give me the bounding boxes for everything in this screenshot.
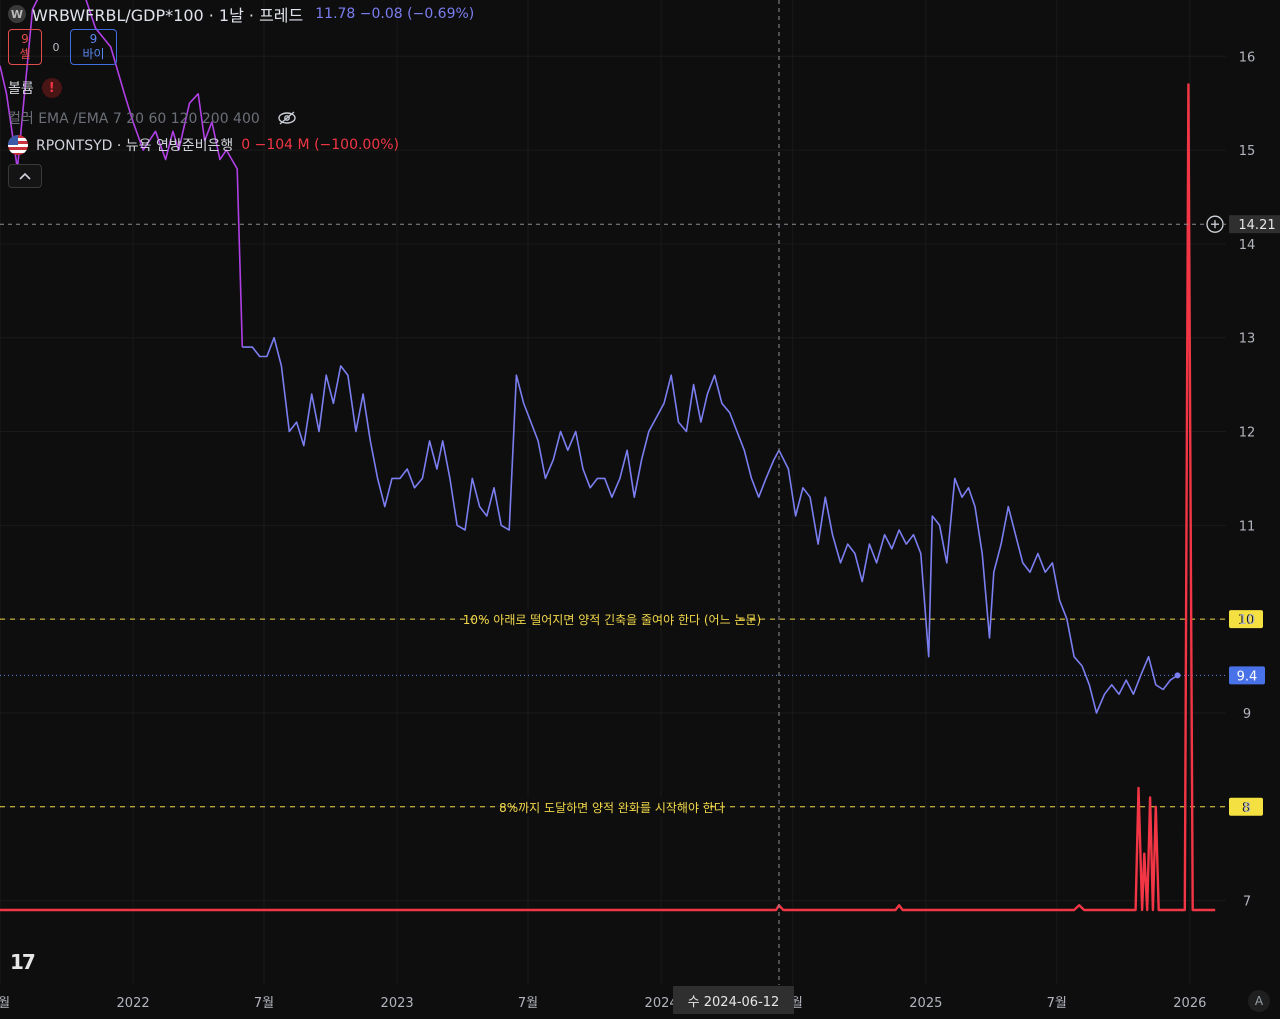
trade-panel: 9 셀 0 9 바이 [8,29,117,65]
sell-label: 셀 [19,47,31,61]
x-tick-label: 2025 [909,996,942,1011]
y-tick-label: 9 [1243,707,1251,722]
x-tick-label: 7월 [518,996,538,1011]
eye-off-icon[interactable] [278,111,296,125]
symbol-values: 11.78 −0.08 (−0.69%) [315,6,475,22]
y-tick-label: 14 [1239,238,1256,253]
x-tick-label: 2023 [381,996,414,1011]
warning-icon[interactable]: ! [41,78,62,98]
y-tick-label: 8 [1243,801,1251,816]
x-tick-label: 7월 [1047,996,1067,1011]
symbol-title[interactable]: WRBWFRBL/GDP*100 · 1날 · 프레드 [32,2,303,26]
x-tick-label: 2022 [117,996,150,1011]
chevron-up-icon [19,169,31,183]
y-tick-label: 10 [1239,613,1256,628]
crosshair-date-label: 수 2024-06-12 [673,986,794,1014]
x-tick-label: 2026 [1173,996,1206,1011]
buy-value: 9 [89,32,98,46]
ema-label[interactable]: 컬러 EMA /EMA 7 20 60 120 200 400 [8,108,260,128]
rpontsyd-values: 0 −104 M (−100.00%) [241,137,400,153]
volume-legend: 볼륨 ! [8,78,62,98]
add-alert-icon[interactable] [1206,215,1224,233]
y-tick-label: 13 [1239,332,1256,347]
collapse-legend-button[interactable] [8,164,42,188]
ema-legend: 컬러 EMA /EMA 7 20 60 120 200 400 [8,108,296,128]
x-axis: 7월20227월20237월20247월20257월2026 [0,996,1206,1011]
last-value-tag: 9.4 [1237,669,1258,684]
volume-label[interactable]: 볼륨 [8,78,34,98]
y-axis: 16 15 14 13 12 11 10 9 8 7 [1239,50,1256,909]
chart-header: W WRBWFRBL/GDP*100 · 1날 · 프레드 11.78 −0.0… [8,2,474,26]
x-tick-label: 7월 [254,996,274,1011]
y-tick-label: 11 [1239,519,1256,534]
rpontsyd-legend: RPONTSYD · 뉴욕 연방준비은행 0 −104 M (−100.00%) [8,135,399,155]
sell-button[interactable]: 9 셀 [8,29,42,65]
y-tick-label: 12 [1239,426,1256,441]
rpontsyd-name[interactable]: RPONTSYD · 뉴욕 연방준비은행 [36,135,233,155]
buy-button[interactable]: 9 바이 [70,29,117,65]
symbol-badge: W [8,5,26,23]
sell-value: 9 [21,32,29,46]
tradingview-logo[interactable]: 17 [10,950,36,974]
us-flag-icon [8,135,28,155]
ratio-last-point [1174,672,1181,679]
y-tick-label: 15 [1239,144,1256,159]
spread-value: 0 [52,40,60,54]
level-label: 10% 아래로 떨어지면 양적 긴축을 줄여야 한다 (어느 논문) [463,613,761,627]
buy-label: 바이 [82,47,105,61]
rpontsyd-series-line [0,83,1216,912]
crosshair-price-label: 14.21 [1238,218,1275,233]
y-tick-label: 7 [1243,895,1251,910]
auto-scale-button[interactable]: A [1248,990,1270,1012]
level-label: 8%까지 도달하면 양적 완화를 시작해야 한다 [499,801,725,815]
x-tick-label: 7월 [0,996,10,1011]
y-tick-label: 16 [1239,50,1256,65]
